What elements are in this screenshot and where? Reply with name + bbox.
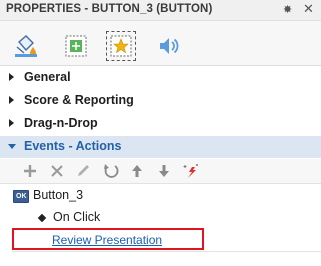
section-label: Score & Reporting [24,93,134,107]
position-icon [65,35,87,57]
star-action-icon [110,35,132,57]
tab-fill[interactable] [13,33,39,59]
pin-icon[interactable]: ✸ [283,3,292,16]
audio-icon [160,38,179,54]
property-tabs [0,21,321,66]
move-down-icon[interactable] [155,162,173,180]
tab-position[interactable] [63,33,89,59]
undo-icon[interactable] [102,162,120,180]
chevron-right-icon [9,119,14,127]
magic-icon[interactable] [182,162,200,180]
event-diamond-icon [37,213,47,223]
actions-toolbar [0,159,321,183]
button-object-icon: OK [13,190,29,203]
panel-titlebar: PROPERTIES - BUTTON_3 (BUTTON) ✸ ✕ [0,0,321,21]
close-icon[interactable]: ✕ [303,1,314,17]
object-name[interactable]: Button_3 [33,188,83,202]
move-up-icon[interactable] [128,162,146,180]
add-icon[interactable] [21,162,39,180]
section-label: General [24,70,71,84]
section-label: Drag-n-Drop [24,116,98,130]
section-general[interactable]: General [0,67,321,89]
tab-audio[interactable] [156,33,182,59]
panel-title: PROPERTIES - BUTTON_3 (BUTTON) [6,3,213,15]
action-link[interactable]: Review Presentation [52,233,162,247]
divider [0,183,321,184]
divider [12,251,321,252]
delete-icon[interactable] [48,162,66,180]
section-label: Events - Actions [24,139,122,153]
chevron-right-icon [9,73,14,81]
object-badge: OK [16,193,27,200]
event-name[interactable]: On Click [53,210,100,224]
edit-icon[interactable] [74,162,92,180]
fill-icon [15,35,37,57]
section-drag-n-drop[interactable]: Drag-n-Drop [0,113,321,135]
section-score-reporting[interactable]: Score & Reporting [0,90,321,112]
chevron-down-icon [8,144,16,149]
section-events-actions[interactable]: Events - Actions [0,136,321,158]
chevron-right-icon [9,96,14,104]
tab-actions[interactable] [106,31,136,61]
